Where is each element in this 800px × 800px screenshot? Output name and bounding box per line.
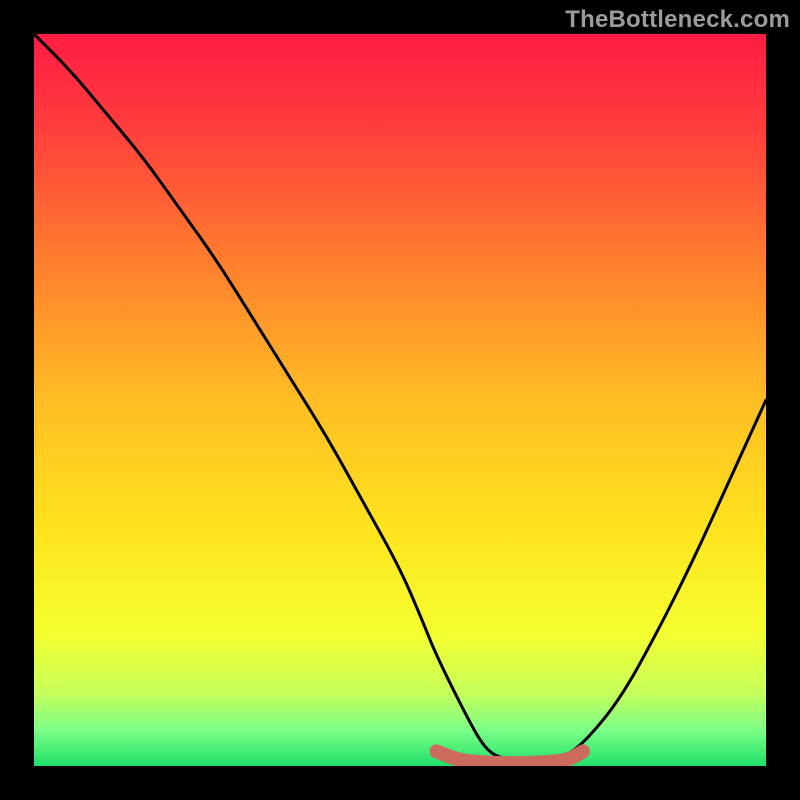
watermark-label: TheBottleneck.com [565, 6, 790, 34]
chart-frame: TheBottleneck.com [0, 0, 800, 800]
gradient-background [34, 34, 766, 766]
bottleneck-chart [34, 34, 766, 766]
plot-area [34, 34, 766, 766]
